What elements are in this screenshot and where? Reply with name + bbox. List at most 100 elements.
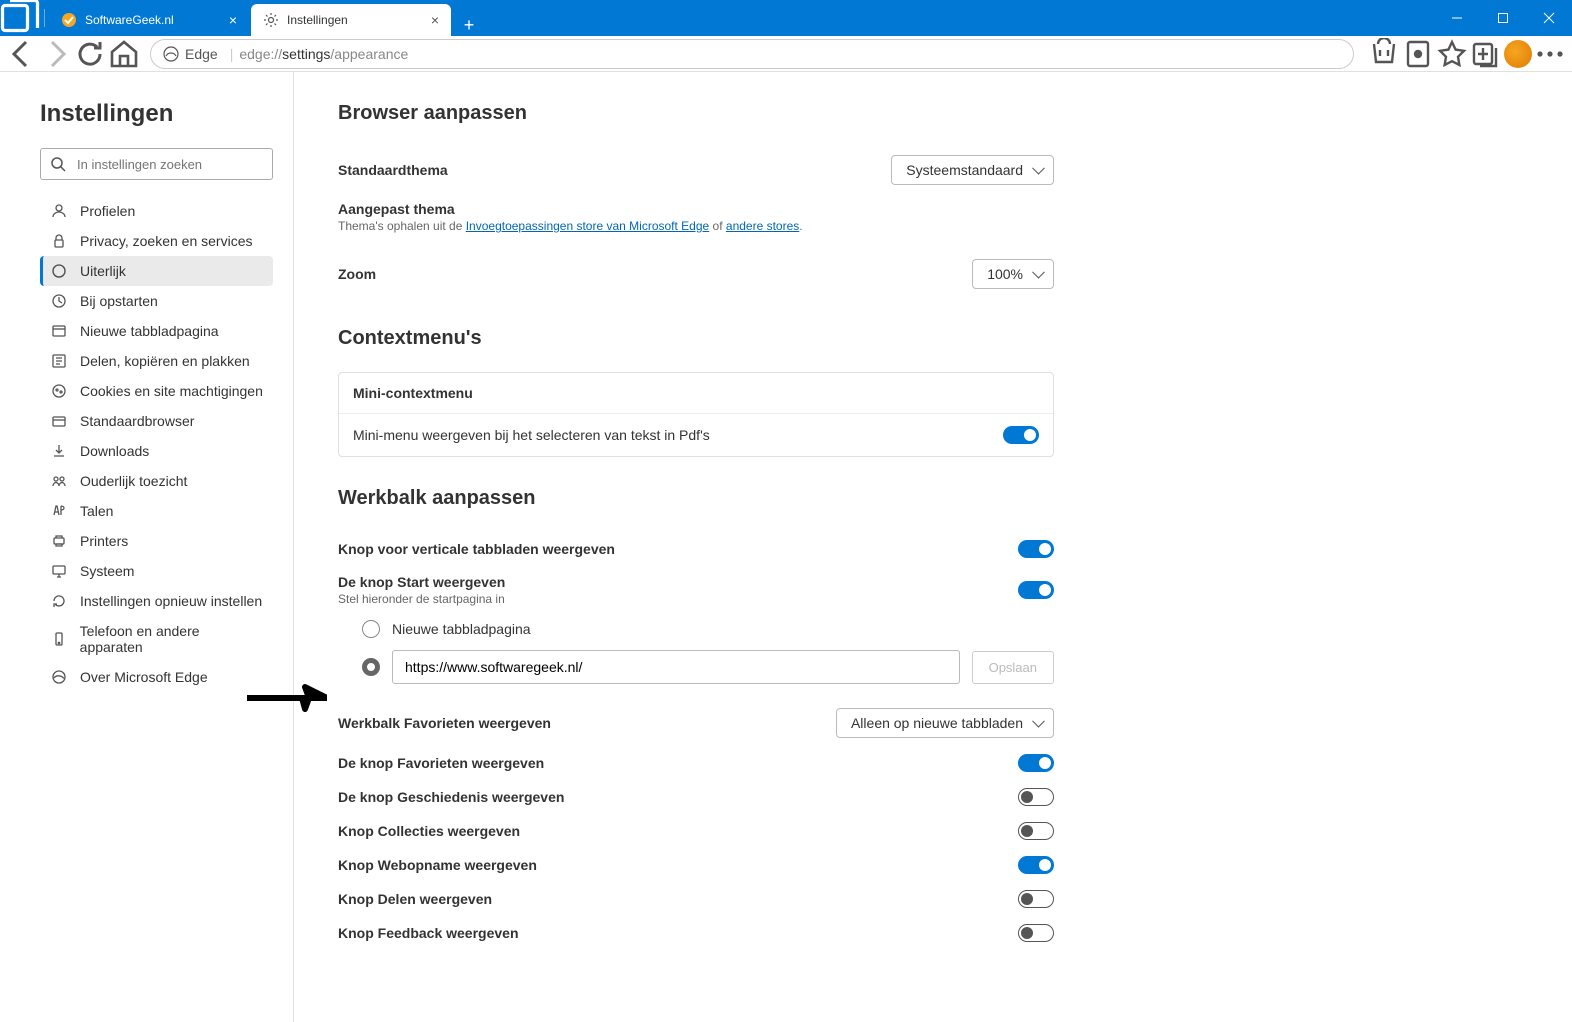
forward-button[interactable] [40, 38, 72, 70]
share-button-toggle[interactable] [1018, 890, 1054, 908]
section-browser-customize: Browser aanpassen [338, 102, 1054, 125]
window-minimize-button[interactable] [1434, 0, 1480, 36]
nav-icon [50, 353, 68, 369]
sidebar-item-2[interactable]: Uiterlijk [40, 256, 273, 286]
radio-new-tab-page[interactable] [362, 620, 380, 638]
collections-button-toggle[interactable] [1018, 822, 1054, 840]
radio-custom-url[interactable] [362, 658, 380, 676]
other-stores-link[interactable]: andere stores [726, 219, 799, 233]
nav-icon [50, 563, 68, 579]
home-button[interactable] [108, 38, 140, 70]
browser-tab-softwaregeek[interactable]: SoftwareGeek.nl × [49, 4, 249, 36]
nav-icon [50, 593, 68, 609]
zoom-select[interactable]: 100% [972, 259, 1054, 289]
tab-label: Instellingen [287, 13, 421, 27]
favorites-icon[interactable] [1436, 38, 1468, 70]
site-favicon [61, 12, 77, 28]
history-button-label: De knop Geschiedenis weergeven [338, 789, 564, 805]
default-theme-select[interactable]: Systeemstandaard [891, 155, 1054, 185]
shopping-icon[interactable] [1368, 38, 1400, 70]
fav-bar-select[interactable]: Alleen op nieuwe tabbladen [836, 708, 1054, 738]
nav-label: Systeem [80, 563, 134, 579]
nav-icon [50, 443, 68, 459]
settings-search-input[interactable] [40, 148, 273, 180]
settings-main: Browser aanpassen Standaardthema Systeem… [294, 72, 1114, 1022]
site-identity: Edge [163, 46, 218, 62]
webcapture-button-toggle[interactable] [1018, 856, 1054, 874]
sidebar-item-5[interactable]: Delen, kopiëren en plakken [40, 346, 273, 376]
url-text: edge://settings/appearance [239, 46, 408, 62]
nav-icon [50, 533, 68, 549]
refresh-button[interactable] [74, 38, 106, 70]
nav-label: Ouderlijk toezicht [80, 473, 187, 489]
sidebar-item-14[interactable]: Telefoon en andere apparaten [40, 616, 273, 662]
tab-label: SoftwareGeek.nl [85, 13, 219, 27]
sidebar-item-4[interactable]: Nieuwe tabbladpagina [40, 316, 273, 346]
nav-icon [50, 293, 68, 309]
edge-addons-link[interactable]: Invoegtoepassingen store van Microsoft E… [466, 219, 709, 233]
nav-label: Delen, kopiëren en plakken [80, 353, 250, 369]
sidebar-item-3[interactable]: Bij opstarten [40, 286, 273, 316]
share-button-label: Knop Delen weergeven [338, 891, 492, 907]
browser-tab-settings[interactable]: Instellingen × [251, 4, 451, 36]
close-tab-icon[interactable]: × [431, 12, 439, 28]
feedback-button-label: Knop Feedback weergeven [338, 925, 519, 941]
address-bar[interactable]: Edge | edge://settings/appearance [150, 39, 1354, 69]
fav-button-toggle[interactable] [1018, 754, 1054, 772]
custom-theme-label: Aangepast thema [338, 201, 455, 217]
browser-toolbar: Edge | edge://settings/appearance [0, 36, 1572, 72]
nav-icon [50, 669, 68, 685]
tracking-prevention-icon[interactable] [1402, 38, 1434, 70]
home-button-label: De knop Start weergeven [338, 574, 505, 590]
settings-sidebar: Instellingen Profielen Privacy, zoeken en… [0, 72, 294, 1022]
sidebar-item-8[interactable]: Downloads [40, 436, 273, 466]
default-theme-label: Standaardthema [338, 162, 448, 178]
nav-icon [50, 473, 68, 489]
settings-title: Instellingen [40, 100, 273, 128]
nav-icon [50, 631, 68, 647]
back-button[interactable] [6, 38, 38, 70]
nav-label: Telefoon en andere apparaten [80, 623, 263, 655]
home-button-toggle[interactable] [1018, 581, 1054, 599]
nav-label: Profielen [80, 203, 135, 219]
annotation-arrow [247, 683, 327, 716]
nav-icon [50, 503, 68, 519]
sidebar-item-1[interactable]: Privacy, zoeken en services [40, 226, 273, 256]
collections-icon[interactable] [1470, 38, 1502, 70]
window-close-button[interactable] [1526, 0, 1572, 36]
sidebar-item-13[interactable]: Instellingen opnieuw instellen [40, 586, 273, 616]
new-tab-button[interactable]: + [453, 15, 485, 36]
save-button[interactable]: Opslaan [972, 651, 1054, 684]
sidebar-item-10[interactable]: Talen [40, 496, 273, 526]
window-maximize-button[interactable] [1480, 0, 1526, 36]
sidebar-item-0[interactable]: Profielen [40, 196, 273, 226]
sidebar-item-15[interactable]: Over Microsoft Edge [40, 662, 273, 692]
sidebar-item-6[interactable]: Cookies en site machtigingen [40, 376, 273, 406]
sidebar-item-7[interactable]: Standaardbrowser [40, 406, 273, 436]
tab-manager-button[interactable] [0, 0, 40, 38]
vertical-tabs-toggle[interactable] [1018, 540, 1054, 558]
close-tab-icon[interactable]: × [229, 12, 237, 28]
vertical-tabs-label: Knop voor verticale tabbladen weergeven [338, 541, 615, 557]
gear-icon [263, 12, 279, 28]
profile-avatar[interactable] [1504, 40, 1532, 68]
section-toolbar: Werkbalk aanpassen [338, 487, 1054, 510]
sidebar-item-9[interactable]: Ouderlijk toezicht [40, 466, 273, 496]
mini-context-header[interactable]: Mini-contextmenu [339, 373, 1053, 414]
mini-pdf-toggle[interactable] [1003, 426, 1039, 444]
nav-label: Nieuwe tabbladpagina [80, 323, 219, 339]
home-url-input[interactable] [392, 650, 960, 684]
custom-theme-desc: Thema's ophalen uit de Invoegtoepassinge… [338, 219, 803, 233]
menu-button[interactable] [1534, 38, 1566, 70]
history-button-toggle[interactable] [1018, 788, 1054, 806]
sidebar-item-12[interactable]: Systeem [40, 556, 273, 586]
webcapture-button-label: Knop Webopname weergeven [338, 857, 537, 873]
context-menu-card: Mini-contextmenu Mini-menu weergeven bij… [338, 372, 1054, 457]
feedback-button-toggle[interactable] [1018, 924, 1054, 942]
home-button-sub: Stel hieronder de startpagina in [338, 592, 505, 606]
fav-bar-label: Werkbalk Favorieten weergeven [338, 715, 551, 731]
nav-label: Over Microsoft Edge [80, 669, 208, 685]
sidebar-item-11[interactable]: Printers [40, 526, 273, 556]
nav-icon [50, 233, 68, 249]
nav-icon [50, 413, 68, 429]
